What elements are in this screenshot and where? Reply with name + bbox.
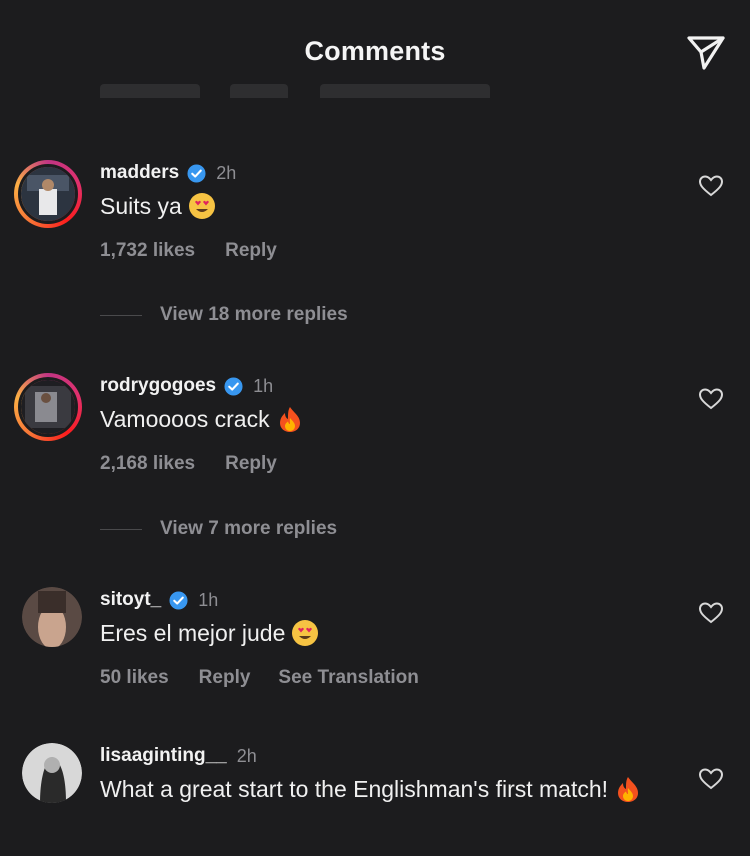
reply-button[interactable]: Reply (225, 453, 277, 475)
view-more-replies-button[interactable]: View 18 more replies (100, 304, 348, 326)
likes-count[interactable]: 1,732 likes (100, 240, 195, 262)
comment-text: Vamoooos crack (100, 403, 660, 435)
comment-text: Suits ya (100, 190, 660, 222)
reply-button[interactable]: Reply (199, 667, 251, 689)
view-more-replies-button[interactable]: View 7 more replies (100, 518, 337, 540)
avatar[interactable] (14, 160, 82, 228)
view-more-replies-label: View 7 more replies (160, 518, 338, 539)
timestamp: 1h (198, 589, 219, 610)
send-icon[interactable] (684, 30, 728, 74)
verified-badge-icon (169, 590, 188, 610)
page-title: Comments (304, 36, 446, 66)
heart-icon[interactable] (698, 601, 724, 625)
verified-badge-icon (187, 163, 206, 183)
comment-text: What a great start to the Englishman's f… (100, 773, 660, 805)
avatar[interactable] (22, 587, 82, 647)
username[interactable]: lisaaginting__ (100, 745, 227, 767)
avatar[interactable] (22, 743, 82, 803)
username[interactable]: rodrygogoes (100, 375, 216, 397)
likes-count[interactable]: 50 likes (100, 667, 169, 689)
heart-eyes-emoji-icon (188, 193, 215, 219)
likes-count[interactable]: 2,168 likes (100, 453, 195, 475)
heart-icon[interactable] (698, 387, 724, 411)
divider-line (100, 528, 142, 530)
reply-button[interactable]: Reply (225, 240, 277, 262)
fire-emoji-icon (279, 407, 300, 432)
timestamp: 1h (253, 375, 274, 396)
heart-icon[interactable] (698, 174, 724, 198)
cut-off-previous-row (100, 84, 500, 98)
see-translation-button[interactable]: See Translation (278, 667, 418, 689)
timestamp: 2h (236, 745, 257, 766)
heart-eyes-emoji-icon (292, 620, 319, 646)
view-more-replies-label: View 18 more replies (160, 304, 348, 325)
verified-badge-icon (224, 376, 243, 396)
username[interactable]: sitoyt_ (100, 589, 161, 611)
username[interactable]: madders (100, 162, 179, 184)
fire-emoji-icon (618, 777, 639, 802)
comment-text: Eres el mejor jude (100, 617, 660, 649)
heart-icon[interactable] (698, 767, 724, 791)
divider-line (100, 314, 142, 316)
avatar[interactable] (14, 373, 82, 441)
timestamp: 2h (216, 162, 237, 183)
